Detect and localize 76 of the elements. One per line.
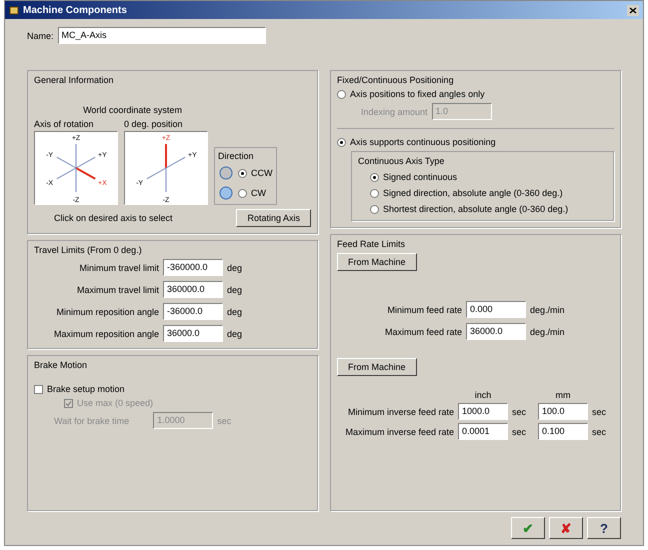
axis-line[interactable] — [56, 168, 76, 180]
radio-button[interactable] — [337, 138, 346, 146]
field-label: Minimum reposition angle — [56, 306, 159, 316]
unit-label: deg./min — [530, 304, 566, 314]
axis-line[interactable] — [56, 156, 76, 168]
radio-label[interactable]: Axis supports continuous positioning — [350, 137, 496, 147]
radio-button[interactable] — [370, 172, 379, 182]
unit-label: deg — [227, 306, 244, 316]
axis-line[interactable] — [76, 167, 96, 180]
window-icon — [9, 5, 19, 15]
radio-label[interactable]: CCW — [251, 168, 272, 178]
unit-label: sec — [592, 426, 608, 436]
input-field[interactable]: 1000.0 — [458, 403, 508, 420]
axis-line[interactable] — [76, 156, 96, 168]
radio-button[interactable] — [370, 204, 379, 214]
field-label: Maximum feed rate — [384, 326, 462, 336]
diagram-title: 0 deg. position — [124, 119, 184, 129]
field-label: Maximum travel limit — [76, 284, 159, 294]
checkbox-label[interactable]: Brake setup motion — [47, 384, 125, 394]
radio-button[interactable] — [370, 188, 379, 198]
field-label: Name: — [27, 30, 54, 40]
group-title: Direction — [218, 151, 255, 161]
window-title: Machine Components — [23, 4, 127, 16]
name-field[interactable]: MC_A-Axis — [58, 27, 266, 44]
unit-label: deg — [227, 262, 244, 272]
hint-text: Click on desired axis to select — [54, 213, 173, 223]
unit-label: sec — [512, 406, 528, 416]
group-title: General Information — [34, 75, 114, 85]
field-label: Indexing amount — [361, 106, 428, 116]
field-label: Minimum feed rate — [387, 304, 462, 314]
rotating-axis-button[interactable]: Rotating Axis — [236, 209, 311, 227]
diagram-title: Axis of rotation — [34, 119, 95, 129]
unit-label: sec — [592, 406, 608, 416]
radio-label[interactable]: CW — [251, 188, 266, 198]
help-button[interactable]: ? — [587, 517, 621, 539]
circle-icon — [218, 185, 234, 201]
radio-label[interactable]: Signed continuous — [383, 172, 458, 182]
input-field[interactable]: 0.100 — [538, 423, 588, 440]
caption: World coordinate system — [82, 105, 183, 115]
column-header: mm — [554, 390, 572, 400]
unit-label: deg — [227, 328, 244, 338]
radio-button[interactable] — [238, 188, 247, 198]
column-header: inch — [474, 390, 492, 400]
input-field[interactable]: -36000.0 — [163, 303, 223, 320]
group-title: Fixed/Continuous Positioning — [337, 75, 454, 85]
input-field[interactable]: 36000.0 — [466, 323, 526, 340]
field-label: Maximum inverse feed rate — [344, 426, 454, 436]
group-title: Travel Limits (From 0 deg.) — [34, 245, 142, 255]
input-field[interactable]: 100.0 — [538, 403, 588, 420]
radio-label[interactable]: Axis positions to fixed angles only — [350, 89, 485, 99]
close-icon[interactable] — [627, 4, 639, 16]
unit-label: sec — [217, 416, 232, 426]
from-machine-button[interactable]: From Machine — [337, 253, 417, 271]
input-field[interactable]: 36000.0 — [163, 325, 223, 342]
group-title: Continuous Axis Type — [358, 156, 444, 166]
field-label: Minimum travel limit — [79, 262, 159, 272]
input-field[interactable]: 0.000 — [466, 301, 526, 318]
field-label: Minimum inverse feed rate — [346, 406, 454, 416]
axis-line[interactable] — [166, 156, 186, 168]
axis-line[interactable] — [146, 168, 166, 180]
checkbox[interactable] — [34, 384, 43, 394]
from-machine-button[interactable]: From Machine — [337, 358, 417, 376]
unit-label: sec — [512, 426, 528, 436]
radio-label[interactable]: Signed direction, absolute angle (0-360 deg.) — [383, 188, 563, 198]
radio-button[interactable] — [337, 90, 346, 98]
group-title: Brake Motion — [34, 360, 88, 370]
field-label: Wait for brake time — [54, 416, 130, 426]
input-field[interactable]: 360000.0 — [163, 281, 223, 298]
input-field[interactable]: -360000.0 — [163, 259, 223, 276]
radio-label[interactable]: Shortest direction, absolute angle (0-360 deg.) — [383, 204, 568, 214]
unit-label: deg./min — [530, 326, 566, 336]
field-label: Maximum reposition angle — [54, 328, 159, 338]
radio-button[interactable] — [238, 168, 247, 178]
group-title: Feed Rate Limits — [337, 239, 406, 249]
unit-label: deg — [227, 284, 244, 294]
input-field[interactable]: 0.0001 — [458, 423, 508, 440]
